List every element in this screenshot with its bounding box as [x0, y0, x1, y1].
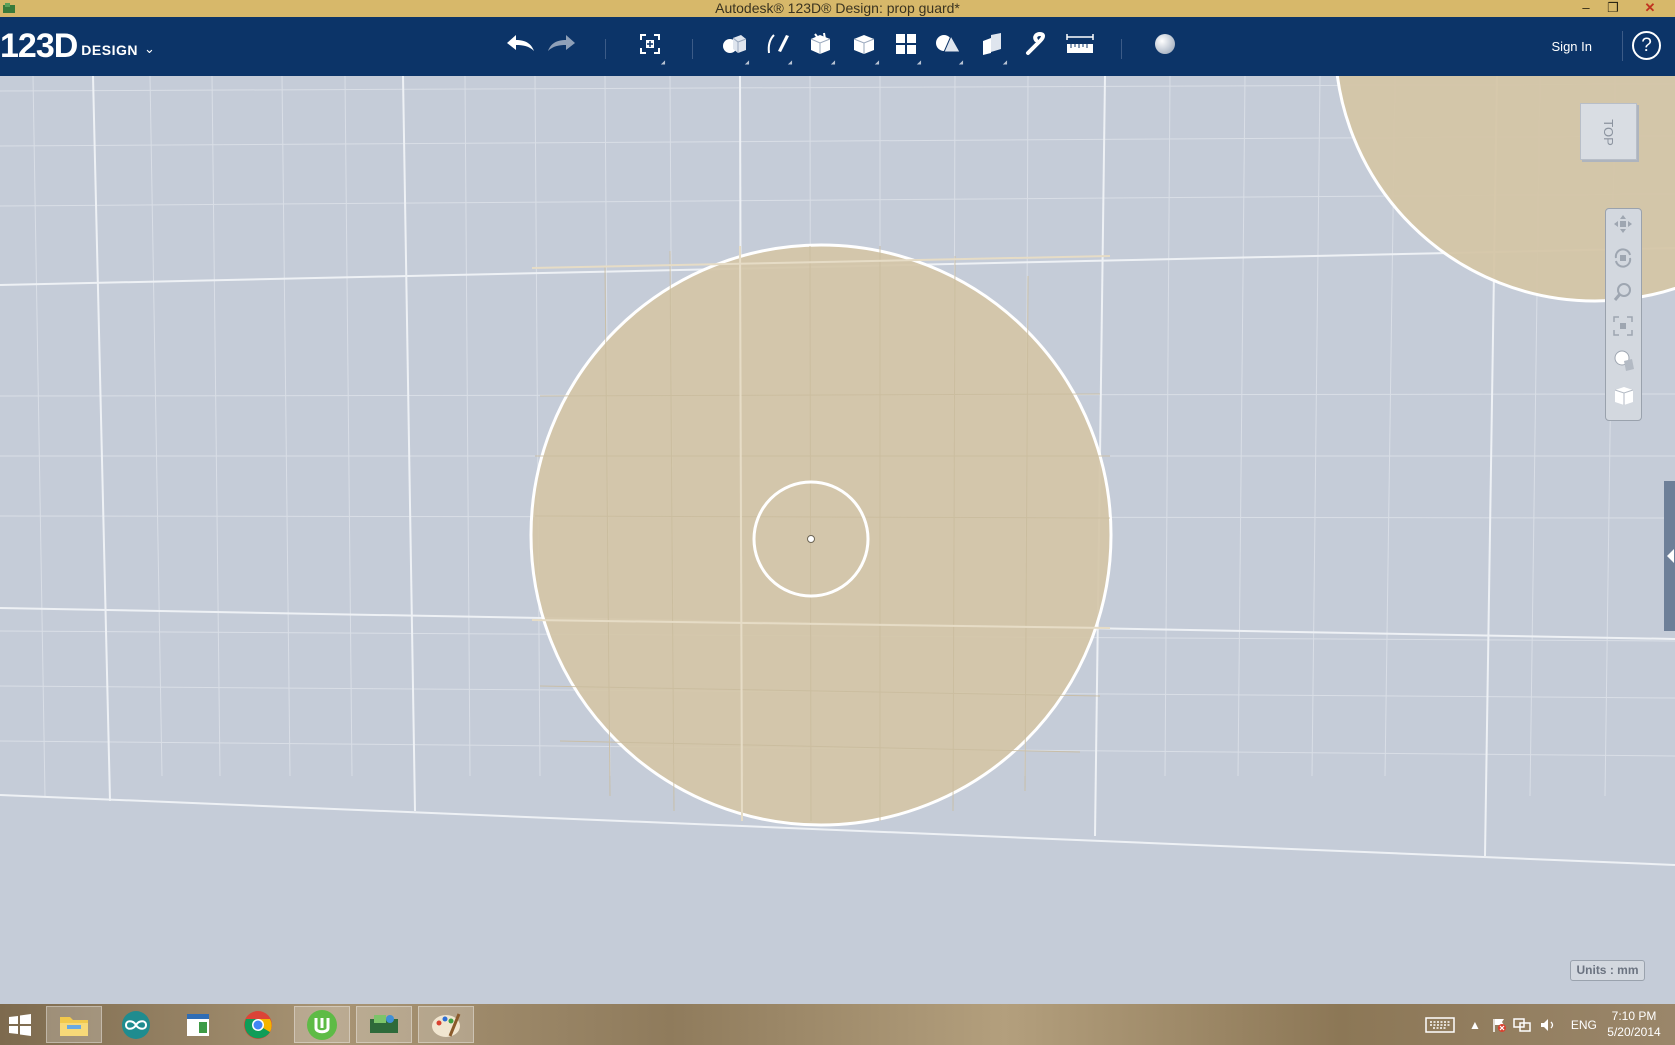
primitives-icon: [723, 35, 747, 53]
material-view-icon: [1614, 387, 1634, 405]
taskbar-utorrent[interactable]: [294, 1006, 350, 1043]
visual-style-button[interactable]: [1612, 349, 1636, 377]
file-explorer-icon: [60, 1016, 88, 1036]
notepad-icon: [187, 1013, 209, 1036]
pan-icon: [1614, 215, 1632, 233]
title-bar: Autodesk® 123D® Design: prop guard* – ❐ …: [0, 0, 1675, 17]
system-clock[interactable]: 7:10 PM 5/20/2014: [1595, 1008, 1673, 1040]
prop-guard-disc[interactable]: [529, 243, 1113, 827]
pan-button[interactable]: [1612, 213, 1636, 241]
units-button[interactable]: Units : mm: [1570, 960, 1645, 981]
close-button[interactable]: ✕: [1631, 0, 1669, 17]
taskbar-123d-design[interactable]: [356, 1006, 412, 1043]
restore-button[interactable]: ❐: [1600, 0, 1626, 17]
material-view-button[interactable]: [1612, 383, 1636, 411]
material-icon: [1155, 34, 1175, 54]
orbit-button[interactable]: [1612, 247, 1636, 275]
volume-icon[interactable]: [1539, 1017, 1557, 1033]
zoom-icon: [1613, 283, 1631, 301]
view-cube-label: TOP: [1601, 119, 1616, 146]
redo-icon: [548, 35, 575, 51]
measure-icon: [1066, 34, 1094, 53]
windows-taskbar: ▲ ENG 7:10 PM 5/20/2014: [0, 1004, 1675, 1045]
clock-date: 5/20/2014: [1607, 1025, 1661, 1039]
grouping-icon: [936, 34, 961, 53]
windows-start-icon: [9, 1013, 31, 1036]
redo-button[interactable]: [544, 27, 580, 61]
logo-text: 123D: [0, 27, 78, 65]
123d-design-icon: [370, 1014, 398, 1033]
undo-button[interactable]: [502, 27, 538, 61]
undo-icon: [507, 35, 534, 51]
snap-button[interactable]: [1017, 27, 1053, 61]
taskbar-chrome[interactable]: [230, 1006, 286, 1043]
pattern-icon: [896, 34, 916, 54]
modify-button[interactable]: [846, 27, 882, 67]
sign-in-link[interactable]: Sign In: [1552, 39, 1592, 54]
fit-button[interactable]: [1612, 315, 1636, 343]
side-panel-handle[interactable]: [1664, 481, 1675, 631]
app-menu-button[interactable]: 123D DESIGN ⌄: [0, 25, 155, 65]
language-indicator[interactable]: ENG: [1571, 1018, 1597, 1032]
center-point[interactable]: [807, 535, 815, 543]
window-title: Autodesk® 123D® Design: prop guard*: [715, 0, 960, 16]
paint-icon: [432, 1012, 461, 1037]
taskbar-paint[interactable]: [418, 1006, 474, 1043]
snap-icon: [1026, 31, 1045, 55]
construct-icon: [810, 32, 831, 54]
navigation-bar: [1605, 208, 1642, 421]
zoom-button[interactable]: [1612, 281, 1636, 309]
material-button[interactable]: [1147, 27, 1183, 61]
taskbar-notepad[interactable]: [170, 1006, 226, 1043]
orbit-icon: [1614, 248, 1632, 268]
viewport-canvas[interactable]: TOP Units : mm: [0, 76, 1675, 1004]
construct-button[interactable]: [802, 27, 838, 67]
chrome-icon: [244, 1010, 272, 1039]
chevron-down-icon: ⌄: [143, 41, 155, 56]
workplane-grid: [0, 76, 1675, 866]
grouping-button[interactable]: [930, 27, 966, 67]
system-tray: ▲ ENG: [1425, 1004, 1597, 1045]
keyboard-icon[interactable]: [1425, 1016, 1455, 1033]
clock-time: 7:10 PM: [1611, 1009, 1657, 1023]
modify-icon: [853, 35, 875, 54]
chevron-up-icon[interactable]: ▲: [1469, 1018, 1481, 1032]
combine-button[interactable]: [974, 27, 1010, 67]
view-cube[interactable]: TOP: [1580, 103, 1637, 160]
sketch-icon: [767, 34, 789, 54]
network-icon[interactable]: [1513, 1017, 1531, 1033]
minimize-button[interactable]: –: [1573, 0, 1599, 17]
taskbar-file-explorer[interactable]: [46, 1006, 102, 1043]
action-center-icon[interactable]: [1491, 1017, 1507, 1033]
help-button[interactable]: ?: [1632, 31, 1661, 60]
arduino-icon: [122, 1010, 150, 1039]
fit-icon: [1613, 316, 1633, 336]
transform-icon: [640, 34, 660, 54]
combine-icon: [983, 33, 1001, 55]
utorrent-icon: [307, 1009, 337, 1040]
transform-button[interactable]: [632, 27, 668, 67]
main-toolbar: 123D DESIGN ⌄ Sign In ?: [0, 17, 1675, 76]
start-button[interactable]: [0, 1006, 40, 1043]
sketch-button[interactable]: [759, 27, 795, 67]
arrow-left-icon: [1667, 549, 1674, 563]
pattern-button[interactable]: [888, 27, 924, 67]
logo-subtext: DESIGN: [81, 42, 138, 58]
measure-button[interactable]: [1062, 27, 1098, 61]
visual-style-icon: [1614, 350, 1634, 371]
taskbar-arduino[interactable]: [108, 1006, 164, 1043]
primitives-button[interactable]: [716, 27, 752, 67]
